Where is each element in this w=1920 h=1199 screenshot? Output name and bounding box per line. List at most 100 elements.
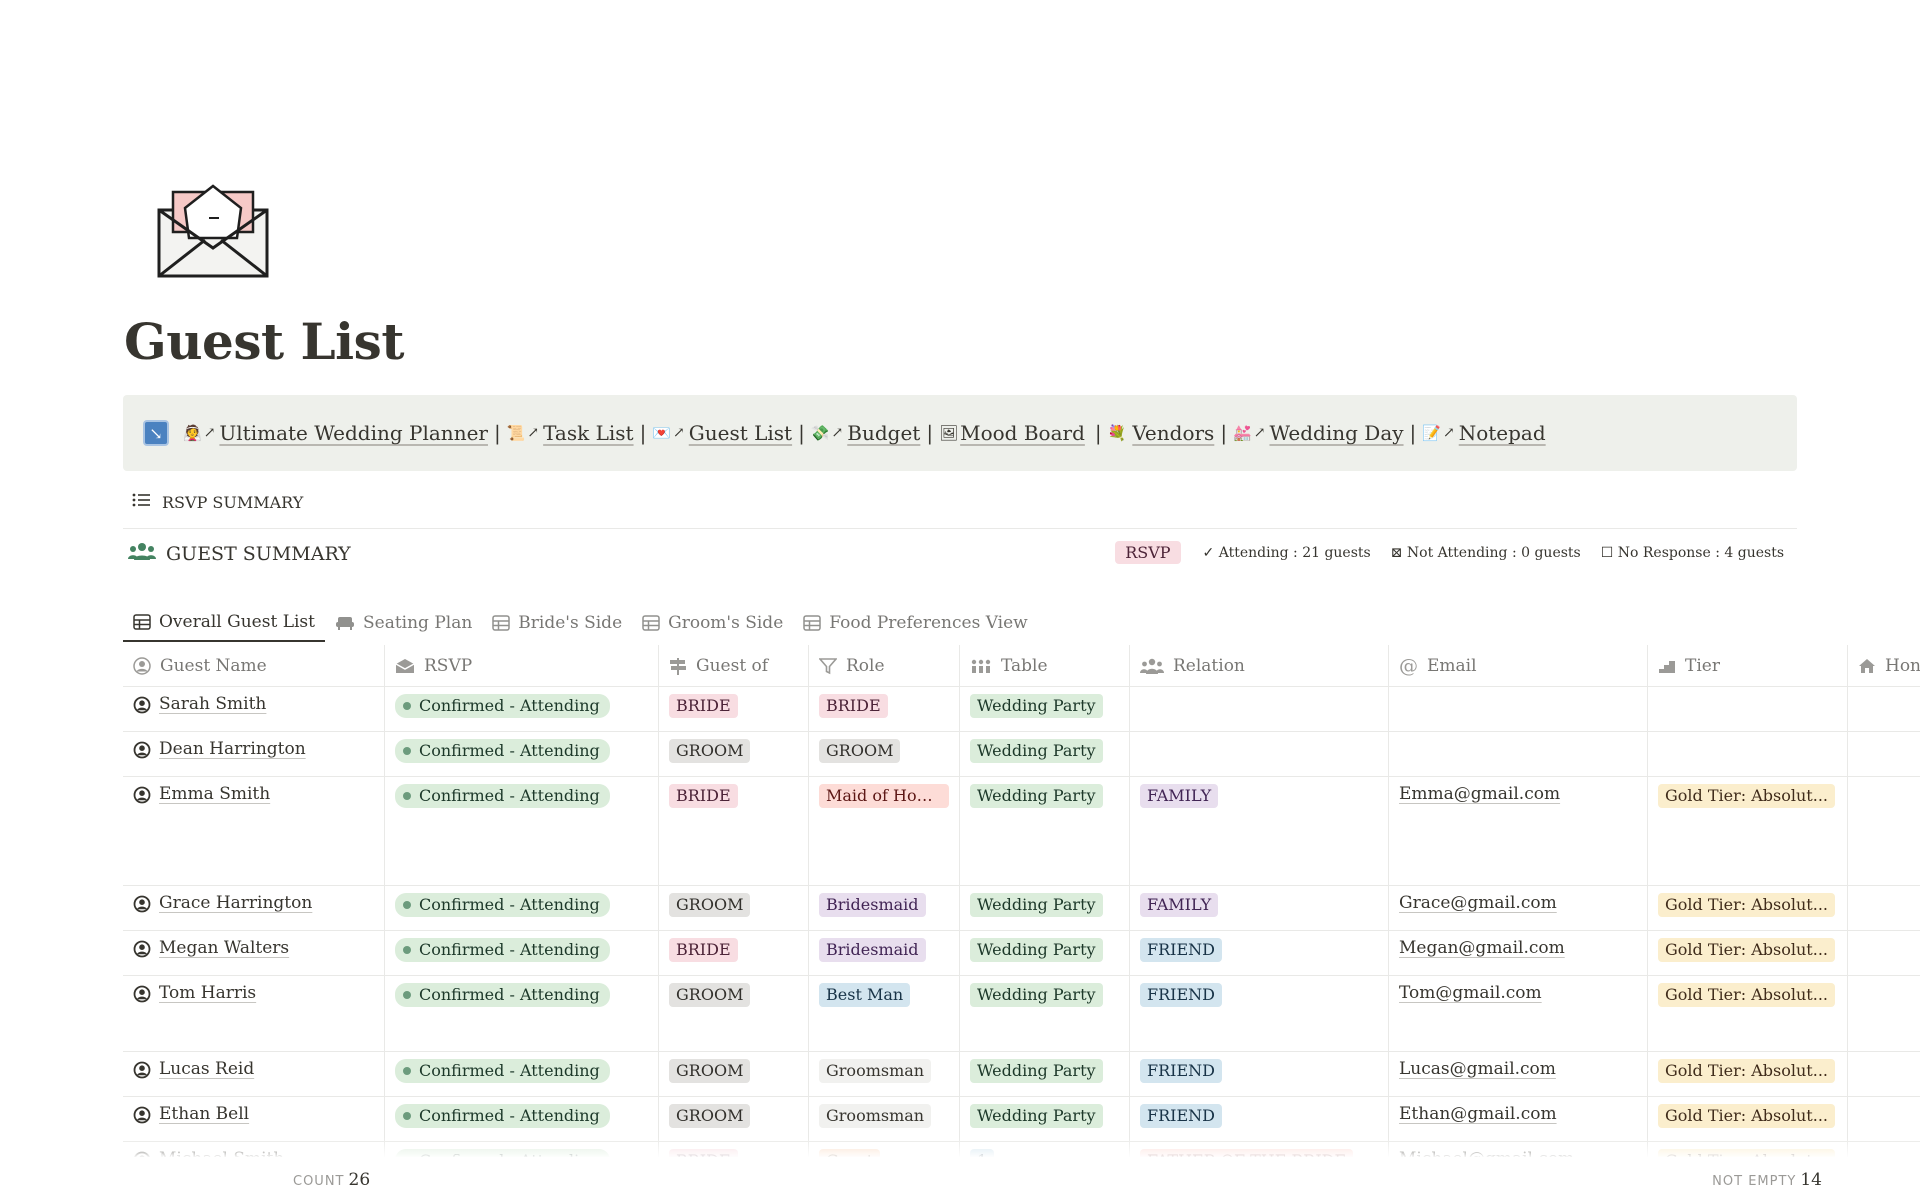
column-header-tier[interactable]: Tier	[1648, 645, 1848, 686]
column-header-relation[interactable]: Relation	[1130, 645, 1389, 686]
column-header-table[interactable]: Table	[960, 645, 1130, 686]
email-cell[interactable]: Emma@gmail.com	[1389, 777, 1648, 885]
tier-cell[interactable]: Gold Tier: Absolut...	[1648, 886, 1848, 930]
email-cell[interactable]: Lucas@gmail.com	[1389, 1052, 1648, 1096]
tier-cell[interactable]	[1648, 732, 1848, 776]
rsvp-cell[interactable]: Confirmed - Attending	[385, 1052, 659, 1096]
column-header-rsvp[interactable]: RSVP	[385, 645, 659, 686]
table-cell[interactable]: Wedding Party	[960, 1052, 1130, 1096]
tab-brides-side[interactable]: Bride's Side	[482, 604, 632, 642]
tier-cell[interactable]: Gold Tier: Absolut...	[1648, 777, 1848, 885]
hon-cell[interactable]	[1848, 931, 1920, 975]
guest-name[interactable]: Lucas Reid	[159, 1059, 254, 1079]
not-empty-calculation[interactable]: NOT EMPTY 14	[1712, 1170, 1822, 1190]
table-cell[interactable]: Wedding Party	[960, 732, 1130, 776]
hon-cell[interactable]	[1848, 1052, 1920, 1096]
rsvp-cell[interactable]: Confirmed - Attending	[385, 777, 659, 885]
role-cell[interactable]: Groomsman	[809, 1052, 960, 1096]
tier-cell[interactable]	[1648, 687, 1848, 731]
guest-of-cell[interactable]: BRIDE	[659, 931, 809, 975]
guest-of-cell[interactable]: BRIDE	[659, 687, 809, 731]
hon-cell[interactable]	[1848, 777, 1920, 885]
rsvp-cell[interactable]: Confirmed - Attending	[385, 886, 659, 930]
column-header-role[interactable]: Role	[809, 645, 960, 686]
email-cell[interactable]: Tom@gmail.com	[1389, 976, 1648, 1051]
guest-name[interactable]: Megan Walters	[159, 938, 289, 958]
tier-cell[interactable]: Gold Tier: Absolut...	[1648, 1052, 1848, 1096]
hon-cell[interactable]	[1848, 1097, 1920, 1141]
email-cell[interactable]: Ethan@gmail.com	[1389, 1097, 1648, 1141]
hon-cell[interactable]	[1848, 732, 1920, 776]
tier-cell[interactable]: Gold Tier: Absolut...	[1648, 931, 1848, 975]
email-link[interactable]: Grace@gmail.com	[1399, 893, 1557, 913]
email-link[interactable]: Lucas@gmail.com	[1399, 1059, 1556, 1079]
guest-of-cell[interactable]: GROOM	[659, 1052, 809, 1096]
tab-grooms-side[interactable]: Groom's Side	[632, 604, 793, 642]
table-cell[interactable]: Wedding Party	[960, 886, 1130, 930]
rsvp-cell[interactable]: Confirmed - Attending	[385, 931, 659, 975]
table-cell[interactable]: Wedding Party	[960, 976, 1130, 1051]
table-cell[interactable]: Wedding Party	[960, 777, 1130, 885]
guest-name[interactable]: Sarah Smith	[159, 694, 266, 714]
email-link[interactable]: Ethan@gmail.com	[1399, 1104, 1557, 1124]
guest-name-cell[interactable]: Grace Harrington	[123, 886, 385, 930]
nav-link-notepad[interactable]: 📝 ↗ Notepad	[1422, 421, 1545, 445]
role-cell[interactable]: GROOM	[809, 732, 960, 776]
rsvp-cell[interactable]: Confirmed - Attending	[385, 1097, 659, 1141]
table-cell[interactable]: Wedding Party	[960, 687, 1130, 731]
nav-link-wedding-day[interactable]: 💒 ↗ Wedding Day	[1233, 421, 1403, 445]
guest-of-cell[interactable]: BRIDE	[659, 777, 809, 885]
envelope-page-icon[interactable]	[155, 180, 273, 280]
column-header-email[interactable]: @ Email	[1389, 645, 1648, 686]
nav-link-guest-list[interactable]: 💌 ↗ Guest List	[652, 421, 792, 445]
table-cell[interactable]: Wedding Party	[960, 931, 1130, 975]
table-row[interactable]: Tom Harris Confirmed - Attending GROOM Best…	[123, 976, 1920, 1052]
table-row[interactable]: Grace Harrington Confirmed - Attending GRO…	[123, 886, 1920, 931]
role-cell[interactable]: Bridesmaid	[809, 931, 960, 975]
tier-cell[interactable]: Gold Tier: Absolut...	[1648, 976, 1848, 1051]
role-cell[interactable]: Groomsman	[809, 1097, 960, 1141]
count-calculation[interactable]: COUNT 26	[293, 1170, 370, 1190]
guest-name[interactable]: Dean Harrington	[159, 739, 306, 759]
role-cell[interactable]: Best Man	[809, 976, 960, 1051]
rsvp-summary-toggle[interactable]: RSVP SUMMARY	[132, 492, 303, 512]
role-cell[interactable]: Maid of Hon...	[809, 777, 960, 885]
column-header-guest-name[interactable]: Guest Name	[123, 645, 385, 686]
table-cell[interactable]: Wedding Party	[960, 1097, 1130, 1141]
table-row[interactable]: Lucas Reid Confirmed - Attending GROOM Groo…	[123, 1052, 1920, 1097]
hon-cell[interactable]	[1848, 886, 1920, 930]
column-header-hon[interactable]: Hon	[1848, 645, 1920, 686]
table-row[interactable]: Dean Harrington Confirmed - Attending GROO…	[123, 732, 1920, 777]
nav-link-mood-board[interactable]: 🖼 Mood Board	[939, 421, 1085, 445]
guest-name-cell[interactable]: Tom Harris	[123, 976, 385, 1051]
tab-food-preferences-view[interactable]: Food Preferences View	[793, 604, 1037, 642]
relation-cell[interactable]: FRIEND	[1130, 976, 1389, 1051]
relation-cell[interactable]: FRIEND	[1130, 1052, 1389, 1096]
rsvp-cell[interactable]: Confirmed - Attending	[385, 687, 659, 731]
relation-cell[interactable]: FAMILY	[1130, 777, 1389, 885]
hon-cell[interactable]	[1848, 687, 1920, 731]
table-row[interactable]: Emma Smith Confirmed - Attending BRIDE Maid…	[123, 777, 1920, 886]
email-link[interactable]: Emma@gmail.com	[1399, 784, 1560, 804]
guest-name[interactable]: Grace Harrington	[159, 893, 312, 913]
column-header-guest-of[interactable]: Guest of	[659, 645, 809, 686]
tab-overall-guest-list[interactable]: Overall Guest List	[123, 604, 325, 642]
guest-name[interactable]: Ethan Bell	[159, 1104, 249, 1124]
hon-cell[interactable]	[1848, 976, 1920, 1051]
nav-link-vendors[interactable]: 💐 Vendors	[1108, 421, 1215, 445]
relation-cell[interactable]	[1130, 732, 1389, 776]
guest-of-cell[interactable]: GROOM	[659, 886, 809, 930]
guest-of-cell[interactable]: GROOM	[659, 732, 809, 776]
guest-of-cell[interactable]: GROOM	[659, 976, 809, 1051]
guest-name-cell[interactable]: Dean Harrington	[123, 732, 385, 776]
guest-of-cell[interactable]: GROOM	[659, 1097, 809, 1141]
table-row[interactable]: Ethan Bell Confirmed - Attending GROOM Groo…	[123, 1097, 1920, 1142]
email-link[interactable]: Megan@gmail.com	[1399, 938, 1565, 958]
relation-cell[interactable]: FRIEND	[1130, 931, 1389, 975]
email-cell[interactable]: Megan@gmail.com	[1389, 931, 1648, 975]
role-cell[interactable]: Bridesmaid	[809, 886, 960, 930]
tab-seating-plan[interactable]: Seating Plan	[325, 604, 482, 642]
guest-name-cell[interactable]: Sarah Smith	[123, 687, 385, 731]
guest-name-cell[interactable]: Ethan Bell	[123, 1097, 385, 1141]
rsvp-cell[interactable]: Confirmed - Attending	[385, 976, 659, 1051]
